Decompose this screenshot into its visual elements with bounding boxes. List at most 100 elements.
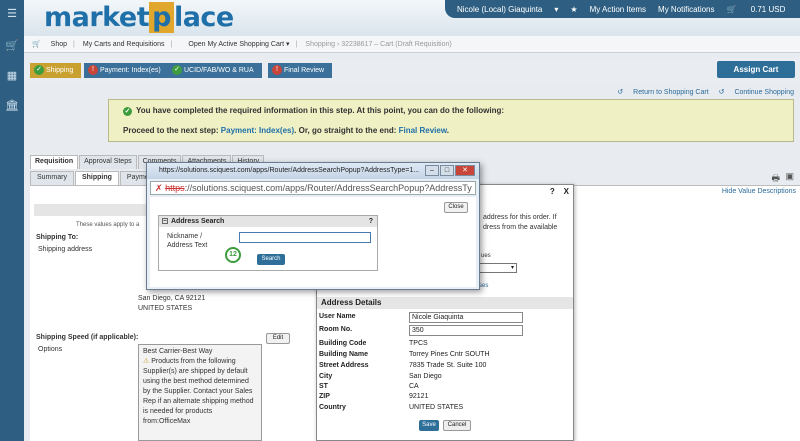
check-icon: ✓ [34,65,44,75]
options-label: Options [38,346,63,353]
continue-label: Continue Shopping [734,89,794,96]
step-badge: 12 [225,247,241,263]
check-circle-icon: ✓ [123,107,132,116]
speed-text: Products from the following Supplier(s) … [143,358,254,425]
help-icon[interactable]: ? [550,187,555,196]
shipping-speed-box: Best Carrier-Best Way ⚠ Products from th… [138,344,262,441]
warning-icon: ! [272,65,282,75]
dialog-intro: address for this order. If dress from th… [483,214,558,231]
address-search-panel: – Address Search ? Nickname / Address Te… [158,215,378,271]
maximize-icon[interactable]: □ [440,165,454,176]
nickname-label-line2: Address Text [167,242,208,249]
cancel-button[interactable]: Cancel [443,420,471,431]
check-icon: ✓ [172,65,182,75]
notice-text: . Or, go straight to the end: [294,126,399,135]
help-icon[interactable]: ? [369,216,373,227]
edit-button[interactable]: Edit [266,333,290,344]
close-button[interactable]: Close [444,202,468,213]
cart-total[interactable]: 🛒 0.71 USD [727,5,786,14]
notifications-link[interactable]: My Notifications [658,5,714,14]
field-label: Country [319,404,346,411]
field-label: ST [319,383,328,390]
warning-icon: ! [88,65,98,75]
shipping-speed-label: Shipping Speed (if applicable): [36,334,139,341]
address-select[interactable]: ▾ [475,263,517,273]
notice-text: You have completed the required informat… [136,106,505,115]
continue-shopping-link[interactable]: ↺ Continue Shopping [719,89,794,96]
action-items-link[interactable]: My Action Items [590,5,646,14]
values-label: ues [481,253,491,259]
address-search-header: – Address Search ? [159,216,377,227]
app-header: market p lace Nicole (Local) Giaquinta ▾ ★… [24,0,800,36]
cart-icon[interactable]: 🛒 [5,40,19,52]
user-menu[interactable]: Nicole (Local) Giaquinta [457,5,542,14]
documents-icon[interactable]: ▦ [5,70,19,82]
marketplace-logo[interactable]: market p lace [44,2,234,33]
shop-link[interactable]: 🛒 Shop [32,40,67,48]
values-apply-text: These values apply to a [76,222,140,228]
addresses-link[interactable]: ses [479,283,488,289]
close-icon[interactable]: ✕ [455,165,475,176]
insecure-lock-icon: ✗ [155,183,163,193]
final-review-link[interactable]: Final Review [399,126,447,135]
nav-separator: | [73,40,75,48]
nickname-label-line1: Nickname / [167,233,203,240]
carts-link[interactable]: My Carts and Requisitions [83,41,165,48]
left-rail: ☰ 🛒 ▦ 🏛 [0,0,24,441]
field-value: Torrey Pines Cntr SOUTH [409,351,490,358]
search-button[interactable]: Search [257,254,285,265]
url-bar[interactable]: ✗ https://solutions.sciquest.com/apps/Ro… [150,181,476,195]
assign-cart-button[interactable]: Assign Cart [717,61,795,78]
field-label: ZIP [319,393,330,400]
field-value: 7835 Trade St. Suite 100 [409,362,487,369]
open-cart-link[interactable]: Open My Active Shopping Cart ▾ [180,40,289,48]
room-no-input[interactable]: 350 [409,325,523,336]
cart-links: ↺ Return to Shopping Cart ↺ Continue Sho… [609,88,794,96]
step-ucid[interactable]: ✓ UCID/FAB/WO & RUA [168,63,262,78]
nickname-address-input[interactable] [239,232,371,243]
payment-link[interactable]: Payment: Index(es) [221,126,294,135]
address-search-title: Address Search [171,218,225,225]
address-search-popup: https://solutions.sciquest.com/apps/Rout… [146,162,480,290]
shipping-to-label: Shipping To: [36,234,79,241]
step-label: Shipping [46,67,74,74]
speed-description: ⚠ Products from the following Supplier(s… [143,357,257,427]
step-label: Final Review [284,67,325,74]
step-shipping[interactable]: ✓ Shipping [30,63,82,78]
speed-title: Best Carrier-Best Way [143,348,213,355]
field-label: User Name [319,313,356,320]
tab-requisition[interactable]: Requisition [30,155,79,169]
close-icon[interactable]: X [564,187,569,196]
building-icon[interactable]: 🏛 [5,100,19,112]
completion-notice: ✓ You have completed the required informa… [108,99,794,142]
menu-icon[interactable]: ☰ [5,8,19,20]
notice-text: Proceed to the next step: [123,126,221,135]
step-payment[interactable]: ! Payment: Index(es) [84,63,169,78]
shipping-address-label: Shipping address [38,246,93,253]
window-controls: – □ ✕ [424,165,475,176]
user-name-input[interactable]: Nicole Giaquinta [409,312,523,323]
chevron-down-icon[interactable]: ▾ [554,5,558,14]
save-button[interactable]: Save [419,420,439,431]
return-to-cart-link[interactable]: ↺ Return to Shopping Cart [617,89,708,96]
notice-line-2: Proceed to the next step: Payment: Index… [123,126,449,135]
tab-approval-steps[interactable]: Approval Steps [79,155,137,169]
warning-icon: ⚠ [143,358,150,365]
sub-tabs: Summary Shipping Payment [30,171,163,185]
expand-icon[interactable]: ▣ [785,171,794,182]
breadcrumb: Shopping › 32238617 – Cart (Draft Requis… [305,40,452,48]
nav-separator: | [295,40,298,48]
collapse-icon[interactable]: – [162,218,168,224]
hide-value-descriptions-link[interactable]: Hide Value Descriptions [722,188,796,195]
notice-text: . [446,126,450,135]
field-label: Room No. [319,326,353,333]
checkout-steps: ✓ Shipping ! Payment: Index(es) ✓ UCID/FAB/… [24,58,800,82]
tab-shipping[interactable]: Shipping [74,171,119,185]
tab-summary[interactable]: Summary [30,171,74,185]
field-label: Building Name [319,351,369,358]
step-label: UCID/FAB/WO & RUA [184,67,254,74]
minimize-icon[interactable]: – [425,165,439,176]
step-final-review[interactable]: ! Final Review [268,63,333,78]
notice-line-1: ✓ You have completed the required informa… [123,106,504,116]
star-icon[interactable]: ★ [570,5,577,14]
